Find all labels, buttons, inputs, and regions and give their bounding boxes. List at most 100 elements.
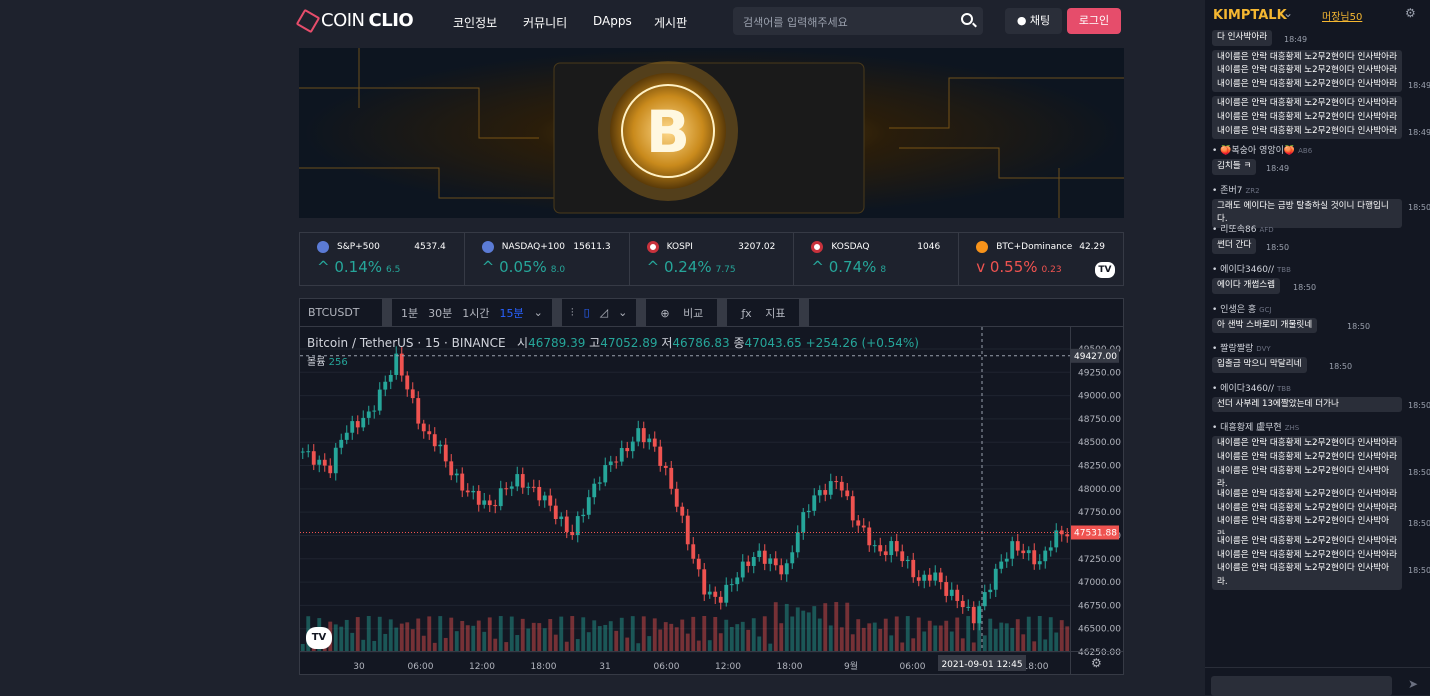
- candlestick-plot[interactable]: 49500.0049250.0049000.0048750.0048500.00…: [300, 299, 1123, 674]
- price-axis[interactable]: [1070, 327, 1123, 661]
- ticker-name: KOSDAQ: [831, 242, 870, 252]
- candle-body: [542, 495, 547, 501]
- volume-bar: [377, 616, 382, 652]
- volume-bar: [366, 616, 371, 652]
- candle-body: [515, 474, 520, 487]
- candle-body: [520, 474, 525, 488]
- chat-message: 내이름은 안락 대흥황제 노2무2현이다 인사박아라내이름은 안락 대흥황제 노…: [1212, 534, 1402, 591]
- chat-timestamp: 18:49: [1408, 81, 1430, 91]
- volume-bar: [751, 618, 756, 652]
- ticker-nasdaq[interactable]: NASDAQ+100 15611.3 ^ 0.05% 8.0: [465, 233, 630, 285]
- candle-body: [878, 545, 883, 552]
- candle-body: [333, 447, 338, 474]
- candle-body: [608, 461, 613, 466]
- chart-settings-gear-icon[interactable]: ⚙: [1070, 651, 1123, 675]
- chat-nickname[interactable]: • 대흥황제 盧무현 ZHS: [1212, 420, 1299, 433]
- chat-nickname[interactable]: • 존버7 ZR2: [1212, 183, 1260, 196]
- chat-nickname[interactable]: • 짤랑짤랑 DVY: [1212, 341, 1271, 354]
- tradingview-logo-icon[interactable]: TV: [306, 627, 332, 649]
- volume-bar: [614, 630, 619, 652]
- volume-bar: [889, 635, 894, 652]
- candle-body: [790, 552, 795, 564]
- chat-nickname[interactable]: • 리또속86 AFD: [1212, 222, 1274, 235]
- volume-bar: [630, 616, 635, 652]
- ticker-sp500[interactable]: S&P+500 4537.4 ^ 0.14% 6.5: [300, 233, 465, 285]
- ticker-change: ^ 0.05% 8.0: [481, 258, 566, 276]
- candle-body: [944, 582, 949, 596]
- volume-bar: [839, 627, 844, 652]
- volume-bar: [333, 624, 338, 652]
- candle-body: [768, 558, 773, 564]
- candle-body: [933, 572, 938, 581]
- candle-body: [988, 589, 993, 593]
- candle-body: [784, 563, 789, 575]
- volume-bar: [817, 618, 822, 652]
- price-chart[interactable]: BTCUSDT 1분 30분 1시간 15분 ⌄ ⫶ ▯ ◿ ⌄ ⊕ 비교 ƒx 지표…: [299, 298, 1124, 675]
- tradingview-logo-icon[interactable]: TV: [1094, 262, 1115, 278]
- volume-bar: [383, 633, 388, 652]
- ticker-kosdaq[interactable]: KOSDAQ 1046 ^ 0.74% 8: [794, 233, 960, 285]
- volume-bar: [757, 636, 762, 652]
- ticker-kospi[interactable]: KOSPI 3207.02 ^ 0.24% 7.75: [630, 233, 795, 285]
- settings-gear-icon[interactable]: ⚙: [1405, 6, 1416, 20]
- chat-nickname[interactable]: • 인생은 홍 GCJ: [1212, 302, 1272, 315]
- candle-body: [531, 486, 536, 488]
- login-button[interactable]: 로그인: [1067, 8, 1121, 34]
- candle-body: [641, 428, 646, 443]
- chat-title[interactable]: KIMPTALK: [1213, 8, 1287, 23]
- volume-bar: [416, 618, 421, 652]
- nav-coin-info[interactable]: 코인정보: [453, 14, 497, 31]
- volume-bar: [823, 603, 828, 652]
- send-icon[interactable]: ➤: [1408, 677, 1418, 691]
- chat-button[interactable]: ● 채팅: [1005, 8, 1062, 34]
- ticker-change: ^ 0.74% 8: [811, 258, 887, 276]
- volume-bar: [438, 616, 443, 652]
- candle-body: [366, 411, 371, 418]
- volume-bar: [834, 602, 839, 652]
- volume-bar: [960, 638, 965, 652]
- candle-body: [691, 544, 696, 559]
- volume-bar: [570, 616, 575, 652]
- search-icon[interactable]: [961, 13, 973, 25]
- candle-body: [597, 482, 602, 484]
- nav-community[interactable]: 커뮤니티: [523, 14, 567, 31]
- logo-text-a: COIN: [321, 10, 365, 31]
- candle-body: [850, 496, 855, 521]
- volume-bar: [795, 607, 800, 652]
- search-input[interactable]: 검색어를 입력해주세요: [733, 7, 983, 35]
- chat-nickname[interactable]: • 에이다3460//TBB: [1212, 262, 1291, 275]
- chat-message: 입출금 막으니 막달리네: [1212, 357, 1307, 373]
- candle-body: [724, 584, 729, 603]
- chat-timestamp: 18:49: [1266, 163, 1290, 173]
- volume-bar: [872, 622, 877, 652]
- ticker-name: S&P+500: [337, 242, 380, 252]
- candle-body: [553, 505, 558, 520]
- chat-nickname[interactable]: • 에이다3460//TBB: [1212, 381, 1291, 394]
- volume-bar: [999, 622, 1004, 652]
- nav-dapps[interactable]: DApps: [593, 14, 632, 28]
- volume-bar: [443, 637, 448, 652]
- candle-body: [839, 481, 844, 491]
- user-nickname[interactable]: 머장님50: [1322, 8, 1362, 23]
- chat-input[interactable]: [1211, 676, 1392, 696]
- ticker-btc-dominance[interactable]: BTC+Dominance 42.29 v 0.55% 0.23 TV: [959, 233, 1123, 285]
- volume-bar: [339, 626, 344, 652]
- volume-bar: [922, 631, 927, 652]
- candle-body: [498, 488, 503, 507]
- us-flag-icon: [317, 241, 329, 253]
- candle-body: [432, 434, 437, 447]
- candle-body: [707, 591, 712, 595]
- coinclio-logo[interactable]: COIN CLIO: [295, 8, 414, 33]
- volume-bar: [520, 618, 525, 652]
- time-axis[interactable]: [300, 651, 1070, 675]
- candle-body: [1032, 550, 1037, 565]
- candle-body: [916, 577, 921, 581]
- volume-bar: [773, 602, 778, 652]
- volume-bar: [641, 616, 646, 652]
- main-area: COIN CLIO 코인정보 커뮤니티 DApps 게시판 검색어를 입력해주세요…: [0, 0, 1205, 695]
- chat-nickname[interactable]: • 🍑복숭아 영앙이🍑 AB6: [1212, 143, 1312, 156]
- candle-body: [960, 600, 965, 608]
- volume-bar: [592, 620, 597, 652]
- chevron-down-icon[interactable]: ⌄: [1283, 6, 1293, 20]
- nav-board[interactable]: 게시판: [654, 14, 687, 31]
